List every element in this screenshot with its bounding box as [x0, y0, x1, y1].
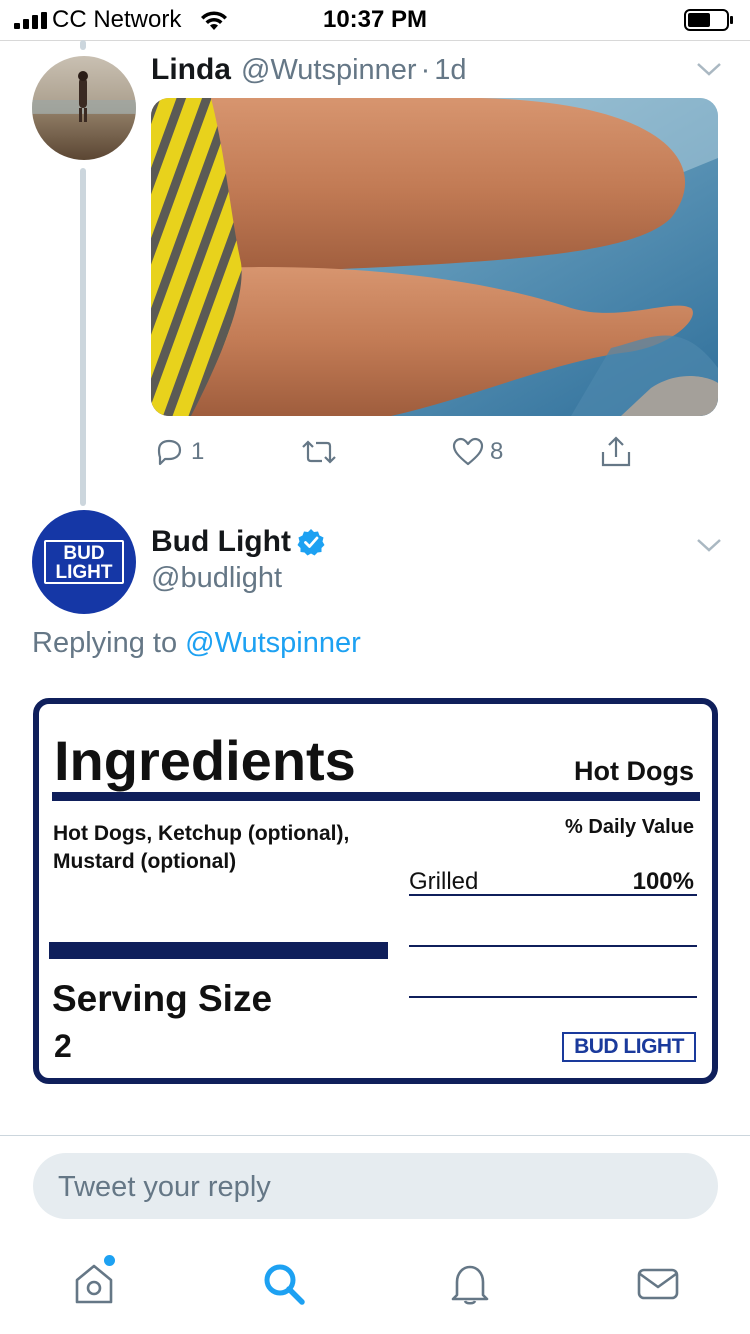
share-icon [601, 436, 631, 467]
avatar-budlight[interactable]: BUD LIGHT [32, 510, 136, 614]
chevron-down-icon[interactable] [696, 537, 722, 553]
card-rule [409, 894, 697, 896]
notifications-icon[interactable] [448, 1262, 492, 1306]
card-ingredients: Hot Dogs, Ketchup (optional), Mustard (o… [53, 822, 350, 873]
thread-line-top [80, 40, 86, 50]
status-bar: CC Network 10:37 PM [0, 0, 750, 40]
card-brand-logo: BUD LIGHT [562, 1032, 696, 1062]
card-rule [409, 945, 697, 947]
logo-line-1: BUD [63, 543, 105, 564]
author-name-budlight[interactable]: Bud Light [151, 525, 291, 559]
author-meta: @Wutspinner · 1d [241, 54, 467, 87]
author-handle[interactable]: @Wutspinner [241, 54, 417, 86]
verified-badge-icon [297, 529, 325, 556]
tweet-age[interactable]: 1d [434, 54, 466, 86]
reply-icon [157, 439, 182, 466]
card-top-bar [52, 792, 700, 801]
card-serving-label: Serving Size [52, 978, 273, 1019]
card-rule [409, 996, 697, 998]
replying-handle-link[interactable]: @Wutspinner [185, 627, 361, 659]
replying-to: Replying to @Wutspinner [32, 627, 361, 660]
status-bar-border [0, 40, 750, 41]
logo-line-2: LIGHT [55, 562, 113, 583]
card-daily-value-label: % Daily Value [565, 816, 694, 838]
card-serving-value: 2 [54, 1028, 72, 1064]
card-title: Ingredients [54, 729, 356, 792]
retweet-action[interactable] [300, 432, 338, 472]
thread-line [80, 168, 86, 506]
chevron-down-icon[interactable] [696, 61, 722, 77]
search-icon[interactable] [262, 1262, 306, 1306]
like-count: 8 [490, 438, 504, 465]
card-mid-bar [49, 942, 388, 959]
replying-prefix: Replying to [32, 627, 178, 659]
card-product: Hot Dogs [574, 756, 694, 786]
reply-placeholder: Tweet your reply [58, 1171, 271, 1203]
messages-icon[interactable] [636, 1262, 680, 1306]
reply-input[interactable]: Tweet your reply [33, 1153, 718, 1219]
tweet-photo[interactable] [151, 98, 718, 416]
clock: 10:37 PM [322, 6, 428, 33]
meta-separator: · [420, 54, 431, 86]
retweet-icon [302, 440, 336, 464]
card-row-label: Grilled [409, 868, 479, 895]
reply-action[interactable]: 1 [153, 432, 204, 472]
heart-icon [452, 437, 484, 466]
author-name[interactable]: Linda [151, 53, 231, 87]
card-row-value: 100% [632, 868, 694, 895]
home-icon[interactable] [72, 1262, 116, 1306]
budlight-logo: BUD LIGHT [44, 540, 124, 584]
share-action[interactable] [600, 432, 632, 472]
author-handle-budlight[interactable]: @budlight [151, 562, 282, 595]
avatar-linda[interactable] [32, 56, 136, 160]
reply-count: 1 [191, 438, 205, 465]
battery-icon [684, 9, 733, 31]
divider [0, 1135, 750, 1136]
like-action[interactable]: 8 [452, 432, 503, 472]
ingredients-card[interactable]: Ingredients Hot Dogs Hot Dogs, Ketchup (… [33, 698, 718, 1084]
new-content-dot [104, 1255, 115, 1266]
